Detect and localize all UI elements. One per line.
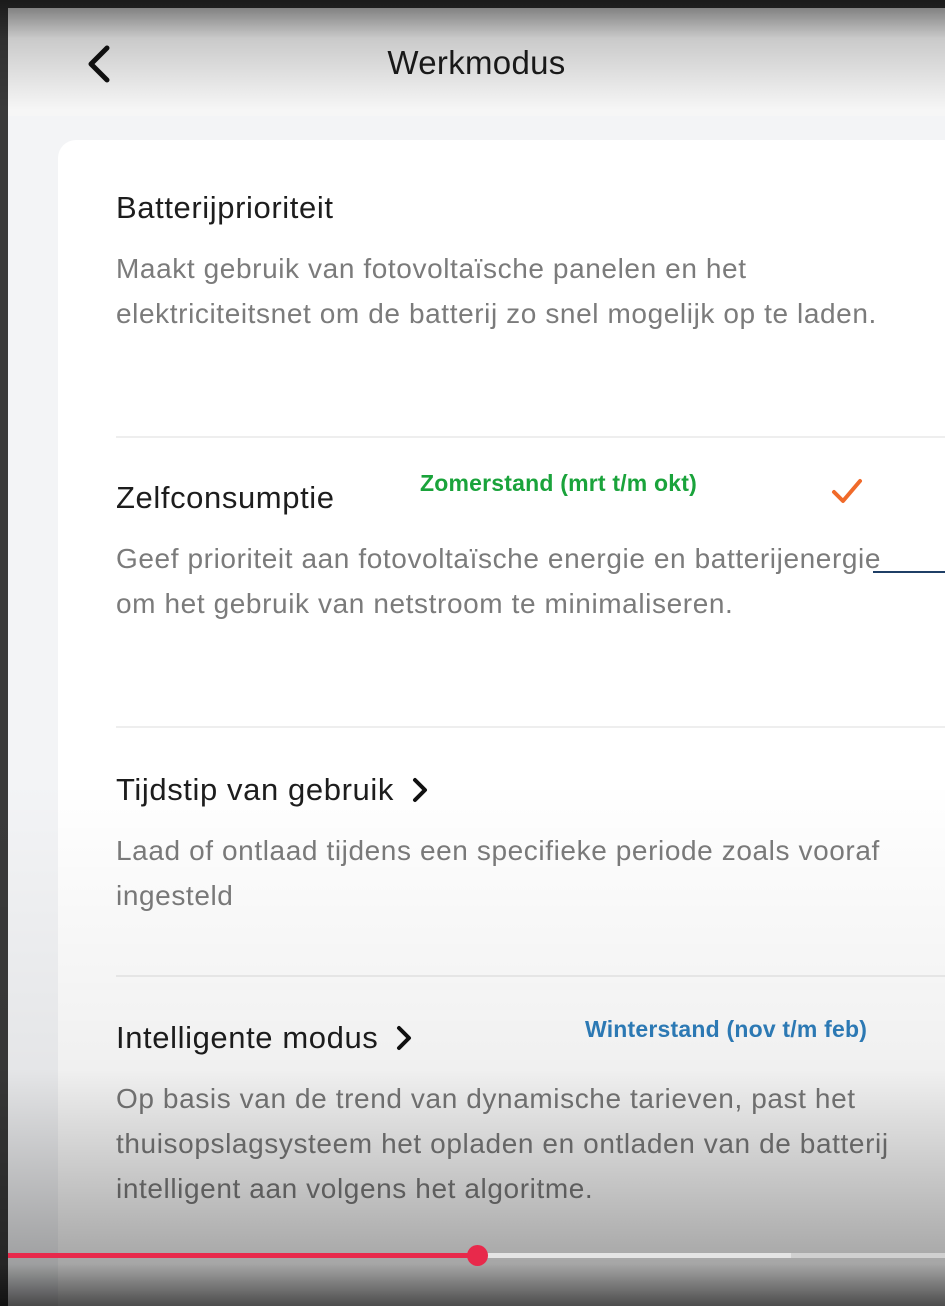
header: Werkmodus: [8, 8, 945, 116]
option-title-text: Zelfconsumptie: [116, 480, 335, 515]
divider: [116, 436, 945, 438]
option-intelligente-modus[interactable]: Intelligente modus Op basis van de trend…: [116, 1016, 906, 1211]
option-title: Tijdstip van gebruik: [116, 768, 906, 812]
summer-annotation: Zomerstand (mrt t/m okt): [420, 470, 697, 496]
mode-options-card: Batterijprioriteit Maakt gebruik van fot…: [58, 140, 945, 1306]
video-scrubber-handle[interactable]: [466, 1245, 488, 1266]
divider: [116, 726, 945, 728]
option-description: Op basis van de trend van dynamische tar…: [116, 1083, 889, 1204]
app-screen: Werkmodus Batterijprioriteit Maakt gebru…: [8, 8, 945, 1306]
chevron-right-icon: [397, 1026, 412, 1050]
page-title: Werkmodus: [387, 44, 566, 81]
option-tijdstip-van-gebruik[interactable]: Tijdstip van gebruik Laad of ontlaad tij…: [116, 768, 906, 918]
video-progress-bar[interactable]: [8, 1245, 945, 1266]
option-batterijprioriteit[interactable]: Batterijprioriteit Maakt gebruik van fot…: [116, 186, 906, 336]
video-played-bar: [8, 1253, 477, 1258]
option-description: Maakt gebruik van fotovoltaïsche panelen…: [116, 253, 877, 329]
annotation-line: [873, 571, 945, 573]
option-title-text: Intelligente modus: [116, 1020, 379, 1055]
option-title-text: Tijdstip van gebruik: [116, 772, 394, 807]
option-title-text: Batterijprioriteit: [116, 190, 334, 225]
option-title: Batterijprioriteit: [116, 186, 906, 230]
option-zelfconsumptie[interactable]: Zelfconsumptie Geef prioriteit aan fotov…: [116, 476, 906, 626]
divider: [116, 975, 945, 977]
winter-annotation: Winterstand (nov t/m feb): [585, 1016, 868, 1042]
option-description: Laad of ontlaad tijdens een specifieke p…: [116, 835, 880, 911]
option-description: Geef prioriteit aan fotovoltaïsche energ…: [116, 543, 882, 619]
chevron-right-icon: [412, 778, 427, 802]
checkmark-icon: [832, 479, 862, 503]
